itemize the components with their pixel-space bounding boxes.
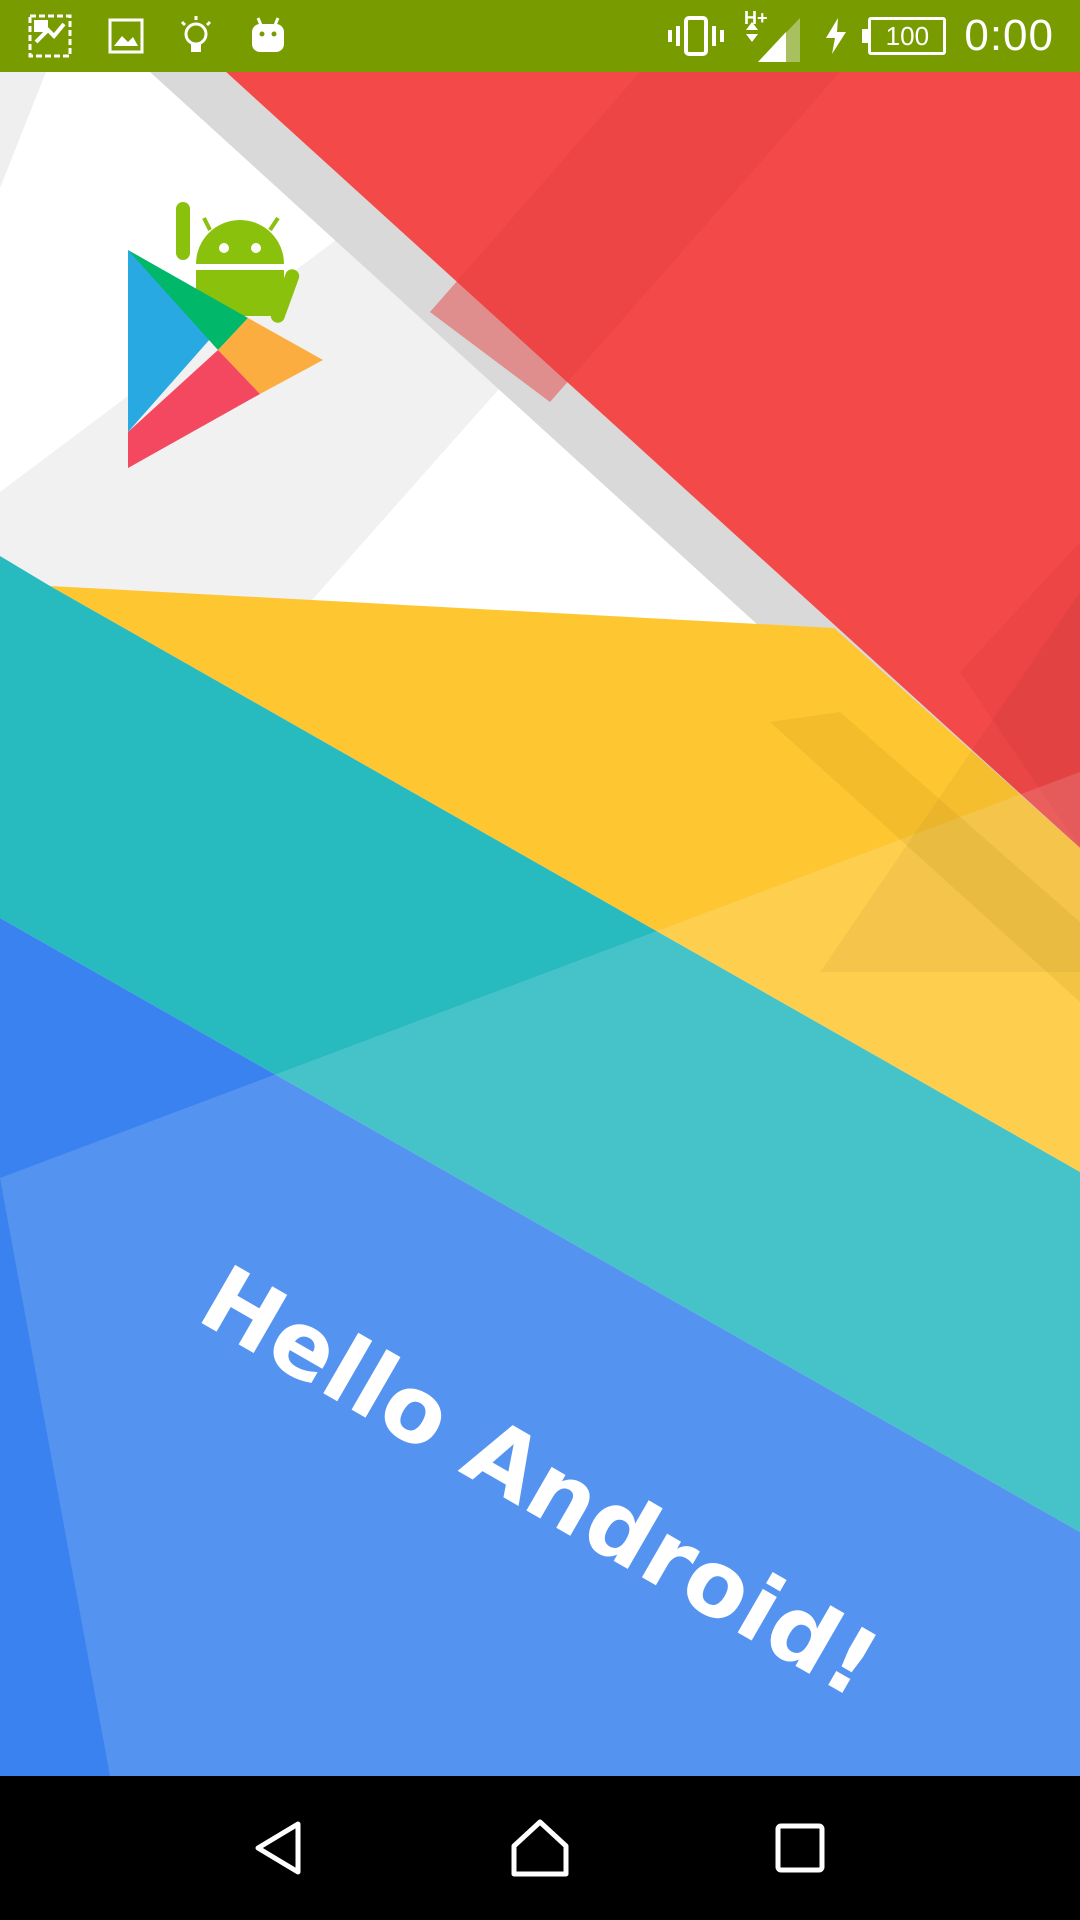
vibrate-icon	[668, 0, 725, 72]
navigation-bar	[0, 1776, 1080, 1920]
screenshot-icon	[26, 0, 74, 72]
system-icons: H+ 100 0:00	[668, 0, 1080, 72]
recents-button[interactable]	[740, 1788, 860, 1908]
status-bar: H+ 100 0:00	[0, 0, 1080, 72]
battery-indicator: 100	[862, 17, 947, 55]
image-icon	[108, 0, 144, 72]
network-type-label: H+	[744, 8, 768, 28]
home-icon	[511, 1819, 569, 1877]
signal-icon: H+	[742, 0, 804, 72]
clock: 0:00	[964, 11, 1054, 60]
home-button[interactable]	[480, 1788, 600, 1908]
play-store-android-icon	[128, 202, 323, 468]
back-icon	[255, 1821, 301, 1875]
android-head-icon	[248, 0, 288, 72]
battery-level: 100	[885, 20, 930, 51]
charging-icon	[822, 0, 850, 72]
back-button[interactable]	[220, 1788, 340, 1908]
battery-nub	[862, 29, 869, 43]
recents-icon	[775, 1823, 825, 1873]
app-content: Hello Android!	[0, 72, 1080, 1776]
notification-icons	[0, 0, 288, 72]
lightbulb-icon	[178, 0, 214, 72]
